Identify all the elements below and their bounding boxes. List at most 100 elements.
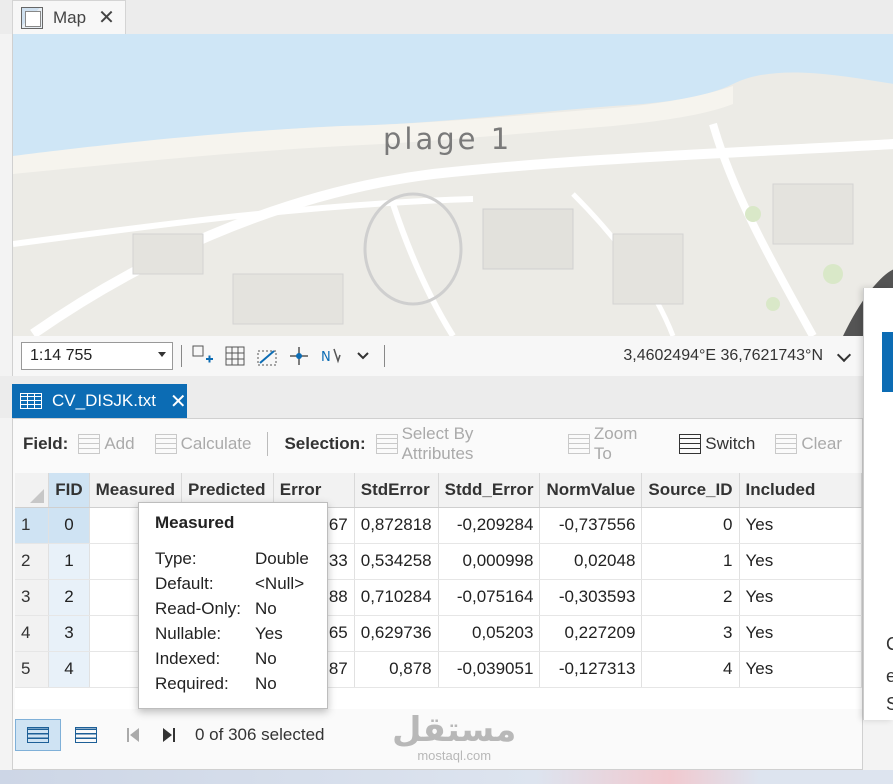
map-view[interactable]: plage 1 bbox=[12, 34, 893, 336]
tooltip-value: No bbox=[255, 649, 277, 668]
chevron-down-icon[interactable] bbox=[352, 345, 374, 367]
cell-fid[interactable]: 1 bbox=[48, 543, 90, 580]
tooltip-key: Default: bbox=[155, 574, 214, 593]
cell-normvalue[interactable]: -0,303593 bbox=[539, 579, 643, 616]
chevron-down-icon[interactable] bbox=[836, 347, 852, 363]
snapping-icon[interactable] bbox=[256, 345, 278, 367]
grid-icon[interactable] bbox=[224, 345, 246, 367]
first-record-icon[interactable] bbox=[123, 725, 145, 745]
close-icon[interactable]: ✕ bbox=[170, 389, 187, 414]
fixed-zoom-icon[interactable] bbox=[192, 345, 214, 367]
show-all-records-button[interactable] bbox=[15, 719, 61, 751]
cell-stderror[interactable]: 0,629736 bbox=[354, 615, 439, 652]
cell-stderror[interactable]: 0,878 bbox=[354, 651, 439, 688]
last-record-icon[interactable] bbox=[159, 725, 181, 745]
clear-selection-icon bbox=[775, 434, 798, 454]
cell-stdd-error[interactable]: 0,000998 bbox=[438, 543, 541, 580]
tooltip-key: Nullable: bbox=[155, 624, 222, 643]
watermark: مستقل mostaql.com bbox=[392, 712, 516, 763]
cell-fid[interactable]: 3 bbox=[48, 615, 90, 652]
add-field-button[interactable]: Add bbox=[78, 434, 135, 454]
row-number[interactable]: 4 bbox=[15, 615, 50, 652]
cell-stderror[interactable]: 0,534258 bbox=[354, 543, 439, 580]
crosshair-icon[interactable] bbox=[288, 345, 310, 367]
cell-fid[interactable]: 2 bbox=[48, 579, 90, 616]
zoom-to-label: Zoom To bbox=[593, 424, 638, 463]
cell-fid[interactable]: 4 bbox=[48, 651, 90, 688]
cell-source-id[interactable]: 2 bbox=[641, 579, 740, 616]
switch-selection-icon bbox=[679, 434, 702, 454]
column-header-source-id[interactable]: Source_ID bbox=[641, 473, 740, 508]
cell-source-id[interactable]: 4 bbox=[641, 651, 740, 688]
tab-map[interactable]: Map ✕ bbox=[12, 0, 126, 34]
attribute-tab-bar: CV_DISJK.txt ✕ bbox=[0, 376, 863, 418]
calculator-icon bbox=[154, 434, 177, 454]
tab-attribute-table[interactable]: CV_DISJK.txt ✕ bbox=[12, 384, 187, 418]
column-header-included[interactable]: Included bbox=[739, 473, 862, 508]
zoom-to-icon bbox=[568, 434, 590, 454]
map-status-tools: N bbox=[181, 342, 385, 370]
tooltip-key: Indexed: bbox=[155, 649, 221, 668]
cell-included[interactable]: Yes bbox=[739, 543, 862, 580]
clear-label: Clear bbox=[801, 434, 842, 453]
cell-normvalue[interactable]: 0,02048 bbox=[539, 543, 643, 580]
separator bbox=[384, 345, 385, 367]
tooltip-row: Default: <Null> bbox=[155, 574, 311, 599]
column-header-stderror[interactable]: StdError bbox=[354, 473, 439, 508]
calculate-field-button[interactable]: Calculate bbox=[154, 434, 252, 454]
cell-normvalue[interactable]: 0,227209 bbox=[539, 615, 643, 652]
cell-normvalue[interactable]: -0,737556 bbox=[539, 507, 643, 544]
cell-normvalue[interactable]: -0,127313 bbox=[539, 651, 643, 688]
close-icon[interactable]: ✕ bbox=[98, 5, 115, 30]
select-all-corner[interactable] bbox=[15, 473, 50, 508]
row-number[interactable]: 3 bbox=[15, 579, 50, 616]
column-header-normvalue[interactable]: NormValue bbox=[539, 473, 643, 508]
tooltip-key: Required: bbox=[155, 674, 229, 693]
cell-stdd-error[interactable]: -0,209284 bbox=[438, 507, 541, 544]
cell-included[interactable]: Yes bbox=[739, 507, 862, 544]
map-place-label: plage 1 bbox=[383, 122, 513, 156]
selected-view-icon bbox=[75, 727, 97, 743]
separator bbox=[267, 432, 269, 456]
cell-stdd-error[interactable]: 0,05203 bbox=[438, 615, 541, 652]
side-pane-text: e bbox=[886, 666, 893, 686]
column-header-stdd-error[interactable]: Stdd_Error bbox=[438, 473, 541, 508]
row-number[interactable]: 1 bbox=[15, 507, 50, 544]
north-arrow-icon[interactable]: N bbox=[320, 345, 342, 367]
cell-source-id[interactable]: 3 bbox=[641, 615, 740, 652]
cell-included[interactable]: Yes bbox=[739, 615, 862, 652]
cell-stderror[interactable]: 0,872818 bbox=[354, 507, 439, 544]
cell-source-id[interactable]: 1 bbox=[641, 543, 740, 580]
cell-source-id[interactable]: 0 bbox=[641, 507, 740, 544]
tooltip-row: Indexed: No bbox=[155, 649, 311, 674]
separator bbox=[181, 345, 182, 367]
zoom-to-button[interactable]: Zoom To bbox=[568, 424, 659, 464]
cell-included[interactable]: Yes bbox=[739, 651, 862, 688]
row-number[interactable]: 2 bbox=[15, 543, 50, 580]
watermark-url: mostaql.com bbox=[417, 748, 492, 763]
select-by-attributes-button[interactable]: Select By Attributes bbox=[375, 424, 548, 464]
switch-button[interactable]: Switch bbox=[679, 434, 755, 454]
cell-stdd-error[interactable]: -0,075164 bbox=[438, 579, 541, 616]
clear-button[interactable]: Clear bbox=[775, 434, 842, 454]
tooltip-value: No bbox=[255, 674, 277, 693]
scale-selector[interactable]: 1:14 755 bbox=[21, 342, 173, 370]
tooltip-row: Nullable: Yes bbox=[155, 624, 311, 649]
column-header-fid[interactable]: FID bbox=[48, 473, 90, 508]
add-label: Add bbox=[104, 434, 135, 453]
selection-label: Selection: bbox=[284, 434, 366, 453]
cell-fid[interactable]: 0 bbox=[48, 507, 90, 544]
side-pane-text: S bbox=[886, 694, 893, 714]
add-field-icon bbox=[78, 434, 101, 454]
show-selected-records-button[interactable] bbox=[63, 719, 109, 751]
row-number[interactable]: 5 bbox=[15, 651, 50, 688]
tooltip-row: Read-Only: No bbox=[155, 599, 311, 624]
tooltip-value: Double bbox=[255, 549, 309, 568]
chevron-down-icon[interactable] bbox=[158, 352, 166, 357]
cell-included[interactable]: Yes bbox=[739, 579, 862, 616]
map-status-bar: 1:14 755 N 3,4602494°E 36,7621743°N bbox=[12, 336, 863, 376]
cell-stdd-error[interactable]: -0,039051 bbox=[438, 651, 541, 688]
calculate-label: Calculate bbox=[180, 434, 252, 453]
cell-stderror[interactable]: 0,710284 bbox=[354, 579, 439, 616]
taskbar-strip bbox=[0, 770, 893, 784]
